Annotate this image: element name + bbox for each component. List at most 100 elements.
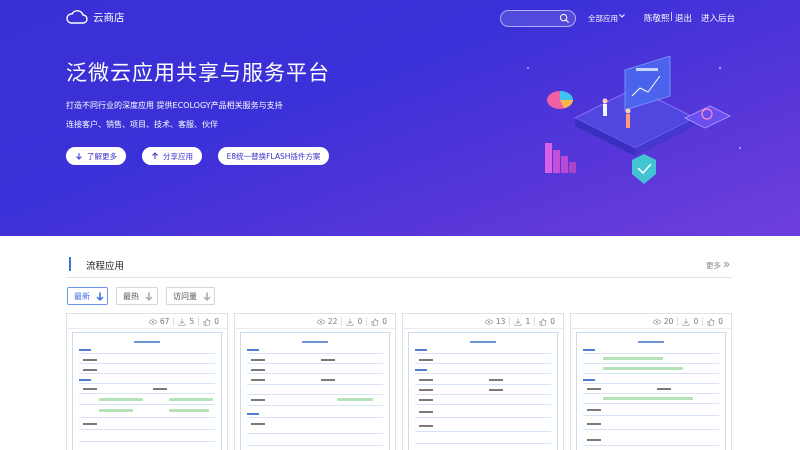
download-icon [347, 318, 354, 326]
likes-stat[interactable]: 0 [366, 317, 391, 326]
learn-more-button[interactable]: 了解更多 [66, 147, 126, 165]
views-stat: 13 [481, 317, 510, 326]
likes-stat[interactable]: 0 [198, 317, 223, 326]
thumb-label [489, 389, 503, 391]
hero-subtitle-2: 连接客户、销售、项目、技术、客服、伙伴 [66, 120, 218, 129]
thumb-label [321, 359, 335, 361]
thumb-section [79, 349, 91, 351]
app-thumbnail[interactable] [408, 332, 558, 450]
thumb-line [583, 373, 719, 374]
thumb-label [83, 359, 97, 361]
card-stats: 13 1 0 [481, 317, 559, 326]
flash-replace-button[interactable]: E8统一替换FLASH插件方案 [218, 147, 329, 165]
thumb-label [83, 388, 97, 390]
downloads-count: 5 [189, 317, 195, 326]
card-divider [403, 328, 563, 329]
likes-stat[interactable]: 0 [702, 317, 727, 326]
downloads-stat: 0 [677, 317, 702, 326]
downloads-count: 0 [357, 317, 363, 326]
app-thumbnail[interactable] [240, 332, 390, 450]
thumb-line [415, 394, 551, 395]
sort-hottest-label: 最热 [123, 291, 139, 301]
thumb-line [247, 417, 383, 418]
thumb-line [415, 363, 551, 364]
share-app-label: 分享应用 [163, 151, 193, 161]
thumb-label [489, 379, 503, 381]
cloud-icon[interactable] [66, 9, 88, 25]
app-thumbnail[interactable] [72, 332, 222, 450]
search-icon[interactable] [559, 13, 570, 24]
app-card[interactable]: 22 0 0 [234, 313, 396, 450]
thumb-label [587, 409, 601, 411]
app-card[interactable]: 20 0 0 [570, 313, 732, 450]
views-stat: 67 [145, 317, 174, 326]
sort-latest-button[interactable]: 最新 [67, 287, 108, 305]
app-card[interactable]: 13 1 0 [402, 313, 564, 450]
thumb-line [79, 404, 215, 405]
thumb-line [79, 441, 215, 442]
download-icon [683, 318, 690, 326]
thumb-line [583, 363, 719, 364]
likes-stat[interactable]: 0 [534, 317, 559, 326]
thumb-line [79, 353, 215, 354]
sort-visits-button[interactable]: 访问量 [166, 287, 215, 305]
downloads-stat: 1 [509, 317, 534, 326]
nav-separator: | [670, 12, 673, 22]
thumb-line [583, 415, 719, 416]
download-icon [515, 318, 522, 326]
logo-text[interactable]: 云商店 [93, 10, 125, 25]
views-count: 22 [327, 317, 338, 326]
thumb-line [415, 443, 551, 444]
thumb-label [419, 425, 433, 427]
thumb-line [583, 393, 719, 394]
sort-down-arrow-icon [203, 292, 211, 301]
thumbs-up-icon[interactable] [371, 317, 379, 326]
thumb-line [583, 383, 719, 384]
user-name[interactable]: 陈敬熙 [644, 12, 670, 24]
hero-illustration [527, 55, 741, 184]
thumb-label [587, 439, 601, 441]
thumb-line [79, 373, 215, 374]
app-card[interactable]: 67 5 0 [66, 313, 228, 450]
thumbs-up-icon[interactable] [203, 317, 211, 326]
thumb-line [415, 384, 551, 385]
thumb-label [251, 379, 265, 381]
more-arrow-icon[interactable] [723, 261, 730, 268]
section-accent-bar [69, 257, 71, 271]
thumb-line [247, 394, 383, 395]
thumb-section [415, 369, 427, 371]
thumb-highlight [99, 409, 133, 412]
thumbs-up-icon[interactable] [539, 317, 547, 326]
thumb-line [247, 363, 383, 364]
downloads-count: 0 [693, 317, 699, 326]
more-link[interactable]: 更多 [706, 260, 721, 271]
downloads-stat: 5 [173, 317, 198, 326]
flash-replace-label: E8统一替换FLASH插件方案 [226, 151, 321, 161]
all-apps-dropdown[interactable]: 全部应用 [588, 13, 618, 24]
thumb-line [79, 393, 215, 394]
card-divider [67, 328, 227, 329]
eye-icon [485, 318, 493, 325]
thumb-label [321, 379, 335, 381]
thumb-label [251, 359, 265, 361]
share-app-button[interactable]: 分享应用 [142, 147, 202, 165]
sort-visits-label: 访问量 [173, 291, 197, 301]
sort-hottest-button[interactable]: 最热 [116, 287, 158, 305]
views-count: 13 [495, 317, 506, 326]
thumbs-up-icon[interactable] [707, 317, 715, 326]
thumb-title [73, 341, 221, 343]
thumb-line [247, 384, 383, 385]
likes-count: 0 [718, 317, 723, 326]
thumb-label [587, 388, 601, 390]
downloads-count: 1 [525, 317, 531, 326]
backend-link[interactable]: 进入后台 [701, 12, 735, 24]
thumb-highlight [603, 357, 663, 360]
logout-link[interactable]: 退出 [675, 12, 692, 24]
search-input[interactable] [500, 10, 576, 27]
thumb-line [247, 445, 383, 446]
thumb-title [409, 341, 557, 343]
chevron-down-icon[interactable] [618, 12, 626, 20]
thumb-title [241, 341, 389, 343]
arrow-up-icon [152, 152, 158, 159]
app-thumbnail[interactable] [576, 332, 726, 450]
